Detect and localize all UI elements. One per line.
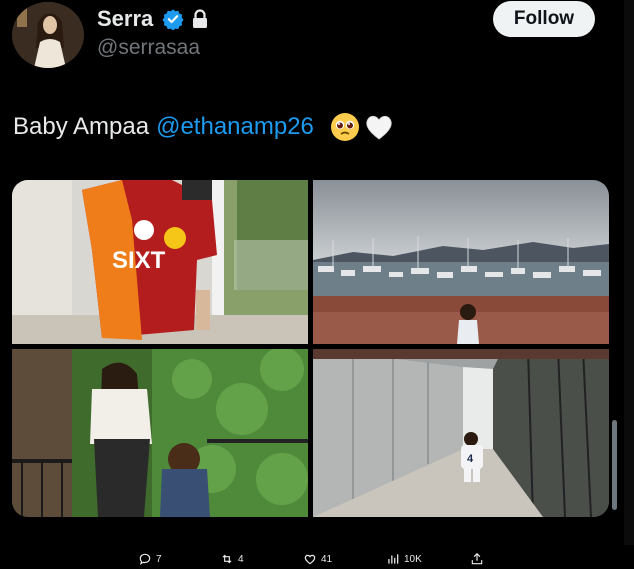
reply-icon <box>139 553 151 565</box>
heart-icon <box>304 554 316 565</box>
tweet-text: Baby Ampaa @ethanamp26 <box>13 112 394 142</box>
photo-jersey[interactable]: SIXT <box>12 180 308 344</box>
repost-button[interactable]: 4 <box>220 552 244 566</box>
like-button[interactable]: 41 <box>303 552 332 566</box>
share-button[interactable] <box>470 552 488 566</box>
repost-icon <box>222 554 232 564</box>
avatar[interactable] <box>12 2 84 68</box>
like-count: 41 <box>321 553 333 565</box>
reply-button[interactable]: 7 <box>138 552 162 566</box>
mention-link[interactable]: @ethanamp26 <box>156 113 314 141</box>
views-count: 10K <box>404 553 422 565</box>
scrollbar[interactable] <box>612 420 617 510</box>
repost-count: 4 <box>238 553 244 565</box>
user-handle[interactable]: @serrasaa <box>97 36 200 60</box>
follow-button[interactable]: Follow <box>493 1 595 37</box>
white-heart-emoji-icon <box>366 115 392 140</box>
photo-walkway[interactable]: 4 <box>313 349 609 517</box>
photo-harbor[interactable] <box>313 180 609 344</box>
lock-icon <box>193 9 207 28</box>
tweet-body: Baby Ampaa <box>13 113 150 140</box>
verified-badge-icon <box>162 9 184 30</box>
page-edge <box>624 0 634 569</box>
views-chart-icon <box>388 554 399 564</box>
shirt-number-text: 4 <box>467 453 474 465</box>
jersey-sponsor-text: SIXT <box>112 247 166 274</box>
share-icon <box>471 552 483 565</box>
media-grid: SIXT 4 <box>12 180 609 517</box>
views-button[interactable]: 10K <box>386 552 422 566</box>
reply-count: 7 <box>156 553 162 565</box>
photo-garden[interactable] <box>12 349 308 517</box>
pleading-face-emoji-icon <box>330 113 359 141</box>
display-name[interactable]: Serra <box>97 6 153 32</box>
